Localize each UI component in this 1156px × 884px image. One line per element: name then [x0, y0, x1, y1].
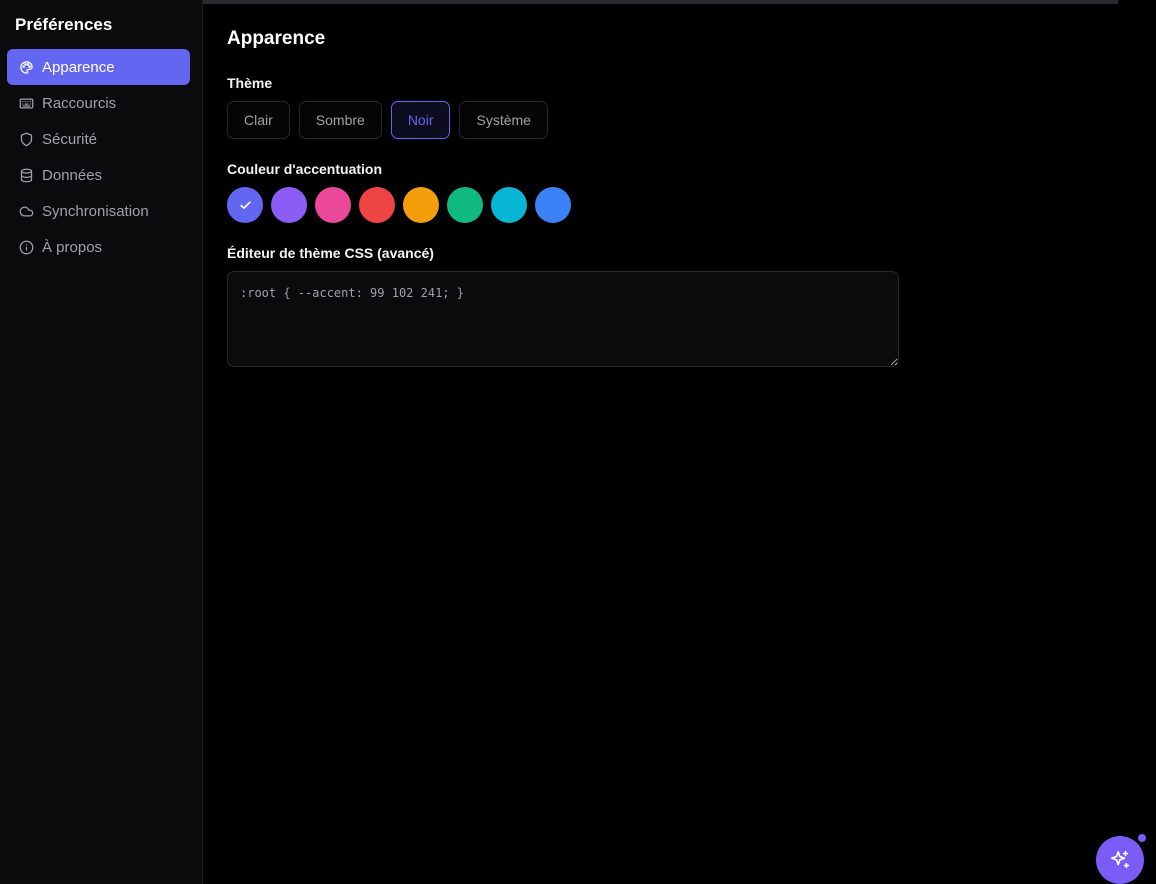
sidebar-item-label: Synchronisation: [42, 202, 149, 220]
sidebar-item-raccourcis[interactable]: Raccourcis: [7, 85, 190, 121]
accent-swatch-blue[interactable]: [535, 187, 571, 223]
theme-selector: Clair Sombre Noir Système: [227, 101, 548, 139]
accent-swatch-violet[interactable]: [271, 187, 307, 223]
css-editor-label: Éditeur de thème CSS (avancé): [227, 245, 434, 261]
keyboard-icon: [19, 96, 34, 111]
check-icon: [239, 200, 251, 209]
accent-swatch-pink[interactable]: [315, 187, 351, 223]
shield-icon: [19, 132, 34, 147]
sidebar: Préférences Apparence Raccourcis Sécurit…: [0, 0, 203, 884]
sidebar-item-label: Sécurité: [42, 130, 98, 148]
sparkles-icon: [1110, 850, 1130, 869]
theme-label: Thème: [227, 75, 273, 91]
theme-option-noir[interactable]: Noir: [390, 101, 451, 139]
cloud-icon: [19, 204, 34, 219]
sidebar-item-label: Données: [42, 166, 103, 184]
css-theme-editor[interactable]: :root { --accent: 99 102 241; }: [227, 271, 899, 367]
accent-color-picker: [227, 187, 571, 223]
sidebar-title: Préférences: [15, 15, 113, 34]
palette-icon: [19, 60, 34, 75]
sidebar-item-a-propos[interactable]: À propos: [7, 229, 190, 265]
sidebar-item-label: Apparence: [42, 58, 115, 76]
sidebar-item-label: À propos: [42, 238, 103, 256]
accent-color-label: Couleur d'accentuation: [227, 161, 383, 177]
accent-swatch-emerald[interactable]: [447, 187, 483, 223]
info-icon: [19, 240, 34, 255]
sidebar-nav: Apparence Raccourcis Sécurité Données Sy…: [7, 49, 190, 265]
sidebar-item-label: Raccourcis: [42, 94, 117, 112]
sidebar-item-securite[interactable]: Sécurité: [7, 121, 190, 157]
assistant-button[interactable]: [1096, 836, 1144, 884]
sidebar-item-donnees[interactable]: Données: [7, 157, 190, 193]
notification-dot: [1136, 832, 1148, 844]
database-icon: [19, 168, 34, 183]
page-title: Apparence: [227, 28, 326, 49]
sidebar-item-apparence[interactable]: Apparence: [7, 49, 190, 85]
sidebar-item-synchronisation[interactable]: Synchronisation: [7, 193, 190, 229]
theme-option-systeme[interactable]: Système: [459, 101, 548, 139]
accent-swatch-indigo[interactable]: [227, 187, 263, 223]
theme-option-clair[interactable]: Clair: [227, 101, 290, 139]
top-scroll-bar: [203, 0, 1118, 4]
accent-swatch-amber[interactable]: [403, 187, 439, 223]
accent-swatch-cyan[interactable]: [491, 187, 527, 223]
accent-swatch-red[interactable]: [359, 187, 395, 223]
theme-option-sombre[interactable]: Sombre: [298, 101, 382, 139]
